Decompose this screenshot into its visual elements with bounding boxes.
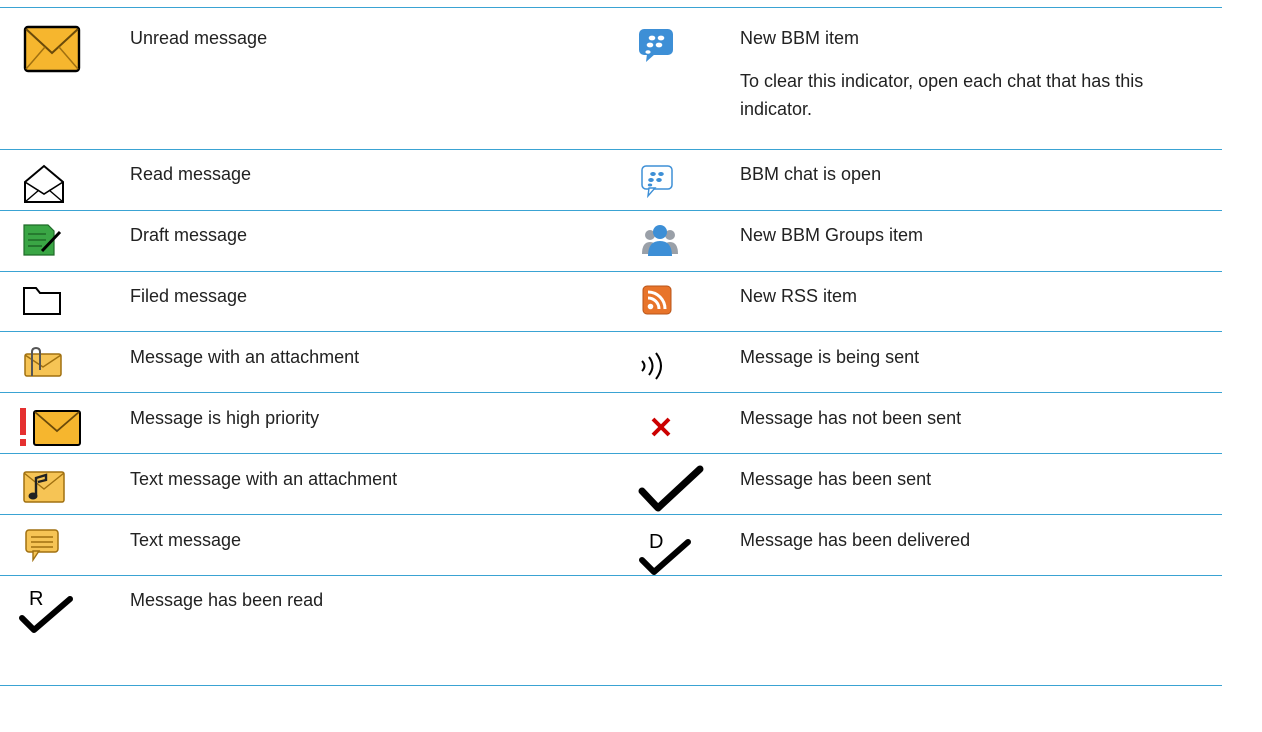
sending-waves-icon [638, 352, 672, 380]
delivered-letter: D [649, 531, 663, 553]
row-label: Message is high priority [130, 408, 320, 428]
row-divider [0, 271, 1222, 272]
bbm-chat-open-icon [640, 164, 674, 198]
row-note: To clear this indicator, open each chat … [740, 71, 1144, 119]
unread-envelope-icon [22, 24, 82, 74]
row-divider [0, 392, 1222, 393]
text-message-bubble-icon [24, 528, 60, 562]
rss-icon [642, 285, 672, 315]
row-divider [0, 331, 1222, 332]
read-letter: R [29, 588, 43, 610]
row-label: Message has been delivered [740, 530, 971, 550]
row-label: Unread message [130, 28, 268, 48]
row-label: Message has been sent [740, 469, 932, 489]
row-label: New BBM Groups item [740, 225, 924, 245]
not-sent-x-icon [650, 416, 672, 438]
row-label: New BBM item [740, 28, 860, 48]
row-label: Text message [130, 530, 242, 550]
attachment-envelope-icon [22, 346, 64, 378]
read-envelope-icon [22, 163, 66, 205]
row-divider [0, 514, 1222, 515]
row-label: Message with an attachment [130, 347, 360, 367]
row-label: BBM chat is open [740, 164, 882, 184]
row-divider [0, 453, 1222, 454]
row-label: Message is being sent [740, 347, 920, 367]
row-divider [0, 7, 1222, 8]
delivered-check-icon: D [638, 528, 698, 576]
row-divider [0, 210, 1222, 211]
row-divider [0, 575, 1222, 576]
read-check-icon: R [18, 585, 78, 635]
row-label: Message has been read [130, 590, 324, 610]
text-attachment-envelope-icon [22, 470, 66, 504]
sent-check-icon [638, 465, 704, 513]
row-label: Text message with an attachment [130, 469, 398, 489]
row-label: Filed message [130, 286, 248, 306]
row-label: Read message [130, 164, 252, 184]
high-priority-envelope-icon [18, 406, 84, 448]
row-label: New RSS item [740, 286, 858, 306]
row-label: Draft message [130, 225, 248, 245]
draft-message-icon [22, 223, 62, 257]
bbm-new-item-icon [637, 27, 675, 63]
row-divider [0, 685, 1222, 686]
row-divider [0, 149, 1222, 150]
bbm-groups-icon [640, 223, 680, 257]
folder-icon [22, 285, 62, 317]
row-label: Message has not been sent [740, 408, 962, 428]
